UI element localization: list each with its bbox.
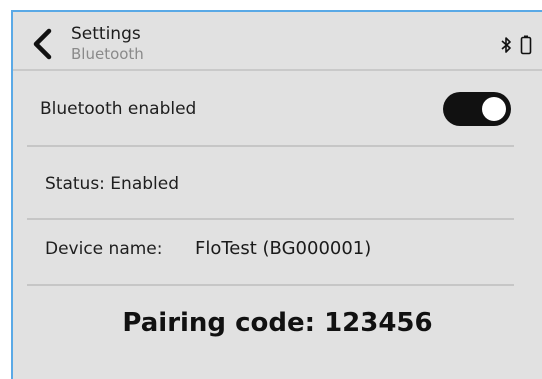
settings-screen: Settings Bluetooth Bluetooth enabled Sta… [11, 10, 542, 379]
status-icons [500, 35, 532, 55]
status-text: Status: Enabled [45, 174, 179, 194]
divider [27, 218, 514, 220]
device-name-label: Device name: [45, 239, 163, 259]
divider [27, 284, 514, 286]
device-name-value: FloTest (BG000001) [195, 238, 372, 259]
header-bar: Settings Bluetooth [13, 12, 542, 71]
battery-icon [520, 35, 532, 55]
toggle-knob [482, 97, 506, 121]
back-button[interactable] [29, 28, 57, 60]
page-subtitle: Bluetooth [71, 45, 144, 63]
bluetooth-toggle[interactable] [443, 92, 511, 126]
divider [27, 145, 514, 147]
chevron-left-icon [33, 28, 52, 60]
pairing-code: Pairing code: 123456 [122, 308, 433, 338]
page-title: Settings [71, 24, 141, 44]
bluetooth-icon [501, 37, 511, 53]
bluetooth-enabled-label: Bluetooth enabled [40, 99, 197, 119]
